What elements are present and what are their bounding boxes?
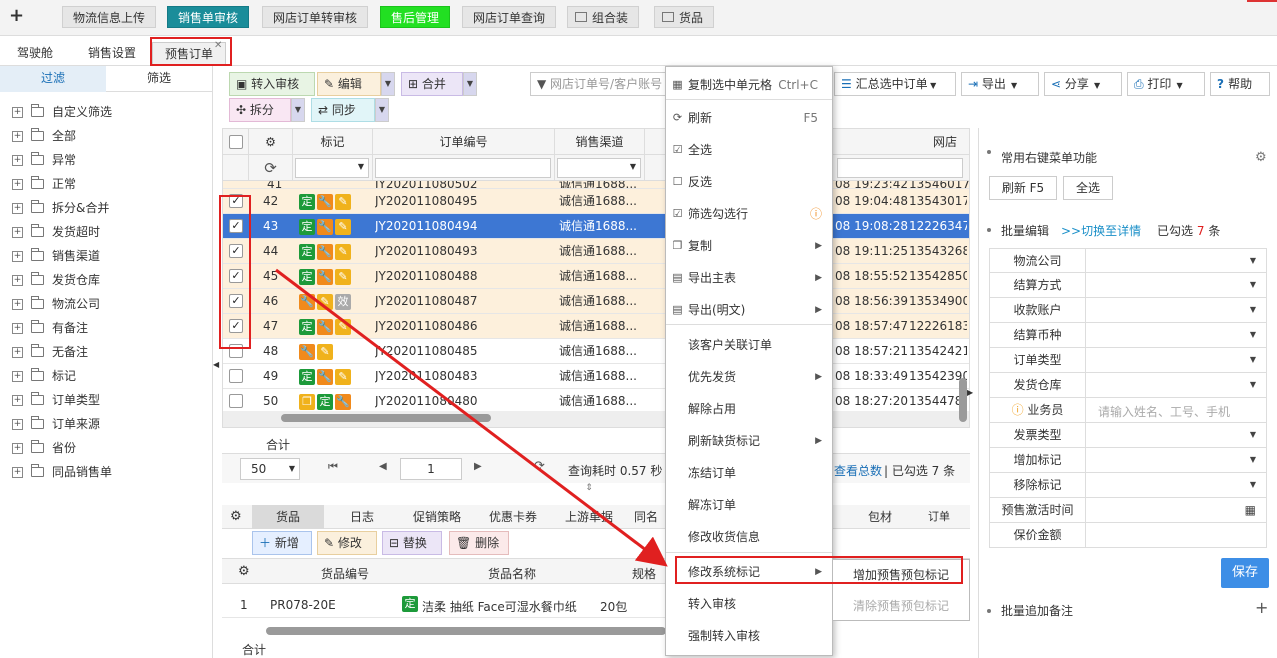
annotation-arrow <box>275 268 668 567</box>
arrow-line <box>275 268 668 567</box>
